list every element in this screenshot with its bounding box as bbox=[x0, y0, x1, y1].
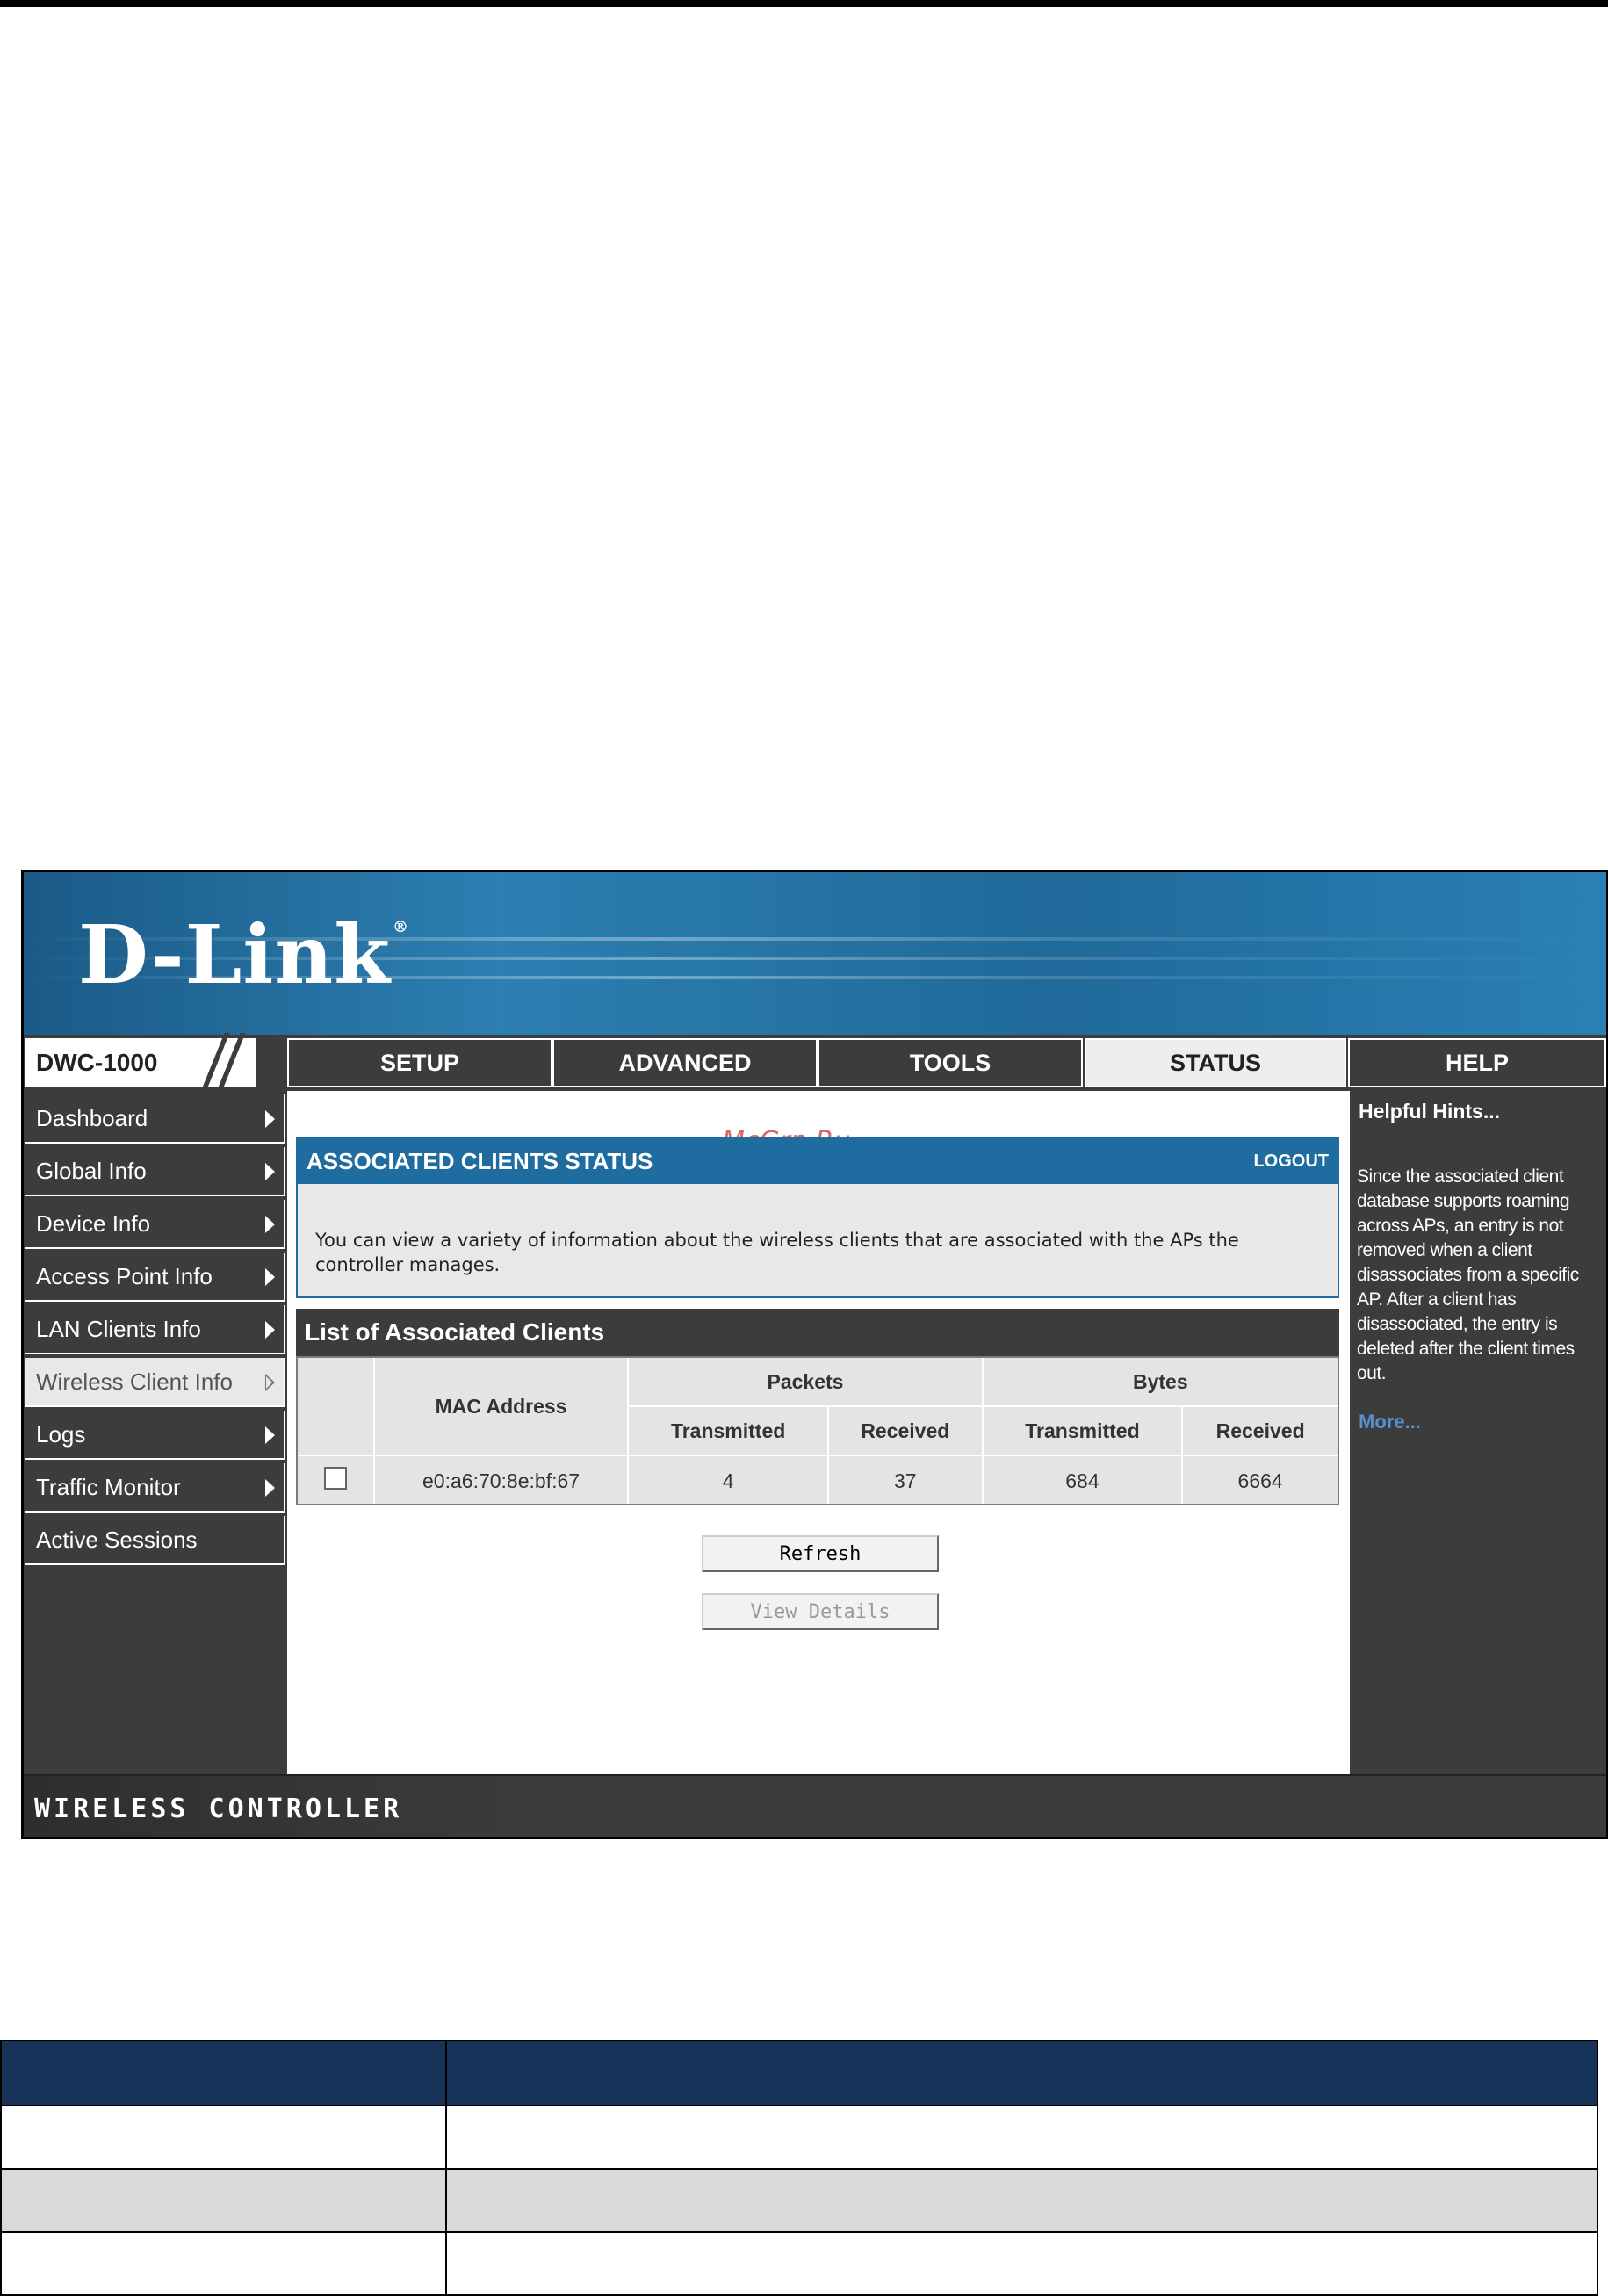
packets-header: Packets bbox=[627, 1356, 984, 1407]
packets-tx-cell: 4 bbox=[627, 1455, 829, 1507]
help-title: Helpful Hints... bbox=[1359, 1100, 1500, 1123]
sidebar-item-traffic-monitor[interactable]: Traffic Monitor bbox=[25, 1463, 285, 1513]
view-details-button[interactable]: View Details bbox=[702, 1593, 939, 1630]
doc-table-row bbox=[0, 2105, 1598, 2170]
help-panel: Helpful Hints... Since the associated cl… bbox=[1350, 1091, 1606, 1774]
mac-cell: e0:a6:70:8e:bf:67 bbox=[372, 1455, 630, 1507]
refresh-button[interactable]: Refresh bbox=[702, 1535, 939, 1572]
sidebar-item-label: LAN Clients Info bbox=[36, 1315, 201, 1342]
header-banner: D-Link ® bbox=[24, 872, 1606, 1035]
clients-table: MAC Address Packets Bytes Transmitted Re… bbox=[296, 1356, 1340, 1507]
packets-transmitted-header: Transmitted bbox=[627, 1405, 829, 1456]
sidebar-item-active-sessions[interactable]: Active Sessions bbox=[25, 1516, 285, 1565]
tab-advanced[interactable]: ADVANCED bbox=[552, 1038, 818, 1087]
model-badge: DWC-1000 bbox=[25, 1033, 291, 1096]
packets-received-header: Received bbox=[826, 1405, 984, 1456]
status-panel: ASSOCIATED CLIENTS STATUS LOGOUT You can… bbox=[296, 1137, 1339, 1298]
arrow-right-icon bbox=[265, 1479, 275, 1497]
arrow-right-icon bbox=[265, 1110, 275, 1128]
panel-title: ASSOCIATED CLIENTS STATUS bbox=[306, 1147, 653, 1174]
arrow-right-icon bbox=[265, 1216, 275, 1233]
dlink-logo: D-Link ® bbox=[78, 907, 409, 1002]
row-select-cell bbox=[296, 1455, 375, 1507]
sidebar-item-device-info[interactable]: Device Info bbox=[25, 1200, 285, 1249]
packets-rx-cell: 37 bbox=[826, 1455, 984, 1507]
arrow-right-outline-icon bbox=[265, 1374, 275, 1391]
tab-status[interactable]: STATUS bbox=[1085, 1038, 1346, 1087]
sidebar-item-global-info[interactable]: Global Info bbox=[25, 1147, 285, 1196]
sidebar-item-logs[interactable]: Logs bbox=[25, 1411, 285, 1460]
help-more-link[interactable]: More... bbox=[1359, 1411, 1421, 1433]
sidebar-item-label: Access Point Info bbox=[36, 1262, 213, 1289]
panel-description: You can view a variety of information ab… bbox=[315, 1230, 1239, 1275]
screenshot-frame: D-Link ® DWC-1000 SETUP ADVANCED TOOLS ST… bbox=[21, 870, 1608, 1839]
arrow-right-icon bbox=[265, 1268, 275, 1286]
sidebar-item-label: Active Sessions bbox=[36, 1526, 198, 1553]
footer-label: WIRELESS CONTROLLER bbox=[34, 1794, 403, 1824]
tab-tools[interactable]: TOOLS bbox=[818, 1038, 1083, 1087]
sidebar-item-dashboard[interactable]: Dashboard bbox=[25, 1094, 285, 1144]
sidebar-item-access-point-info[interactable]: Access Point Info bbox=[25, 1253, 285, 1302]
sidebar: Dashboard Global Info Device Info Access… bbox=[24, 1091, 287, 1774]
arrow-right-icon bbox=[265, 1321, 275, 1339]
select-column-header bbox=[296, 1356, 375, 1456]
arrow-right-icon bbox=[265, 1426, 275, 1444]
clients-list-title: List of Associated Clients bbox=[296, 1309, 1339, 1356]
bytes-received-header: Received bbox=[1181, 1405, 1339, 1456]
row-checkbox[interactable] bbox=[323, 1467, 347, 1490]
top-rule bbox=[0, 0, 1608, 7]
tab-help[interactable]: HELP bbox=[1348, 1038, 1606, 1087]
sidebar-item-label: Dashboard bbox=[36, 1104, 148, 1131]
document-table bbox=[0, 2040, 1598, 2296]
mac-address-header: MAC Address bbox=[372, 1356, 630, 1456]
bytes-rx-cell: 6664 bbox=[1181, 1455, 1339, 1507]
bytes-transmitted-header: Transmitted bbox=[981, 1405, 1184, 1456]
tab-setup[interactable]: SETUP bbox=[287, 1038, 552, 1087]
arrow-right-icon bbox=[265, 1163, 275, 1180]
main-content: McGrp.Ru ASSOCIATED CLIENTS STATUS LOGOU… bbox=[287, 1091, 1350, 1774]
sidebar-item-label: Device Info bbox=[36, 1209, 151, 1237]
bytes-header: Bytes bbox=[981, 1356, 1340, 1407]
sidebar-item-label: Wireless Client Info bbox=[36, 1368, 233, 1395]
model-label: DWC-1000 bbox=[36, 1049, 158, 1076]
sidebar-item-label: Traffic Monitor bbox=[36, 1473, 181, 1500]
sidebar-item-wireless-client-info[interactable]: Wireless Client Info bbox=[25, 1358, 285, 1407]
sidebar-item-lan-clients-info[interactable]: LAN Clients Info bbox=[25, 1305, 285, 1354]
footer: WIRELESS CONTROLLER bbox=[24, 1774, 1606, 1837]
top-nav: DWC-1000 SETUP ADVANCED TOOLS STATUS HEL… bbox=[24, 1033, 1606, 1096]
sidebar-item-label: Logs bbox=[36, 1420, 86, 1448]
doc-table-row bbox=[0, 2168, 1598, 2233]
table-row: e0:a6:70:8e:bf:67 4 37 684 6664 bbox=[296, 1455, 1339, 1507]
help-body: Since the associated client database sup… bbox=[1357, 1166, 1579, 1383]
doc-table-row bbox=[0, 2231, 1598, 2296]
doc-table-header-row bbox=[0, 2040, 1598, 2106]
sidebar-item-label: Global Info bbox=[36, 1157, 147, 1184]
logout-link[interactable]: LOGOUT bbox=[1253, 1152, 1329, 1172]
bytes-tx-cell: 684 bbox=[981, 1455, 1184, 1507]
